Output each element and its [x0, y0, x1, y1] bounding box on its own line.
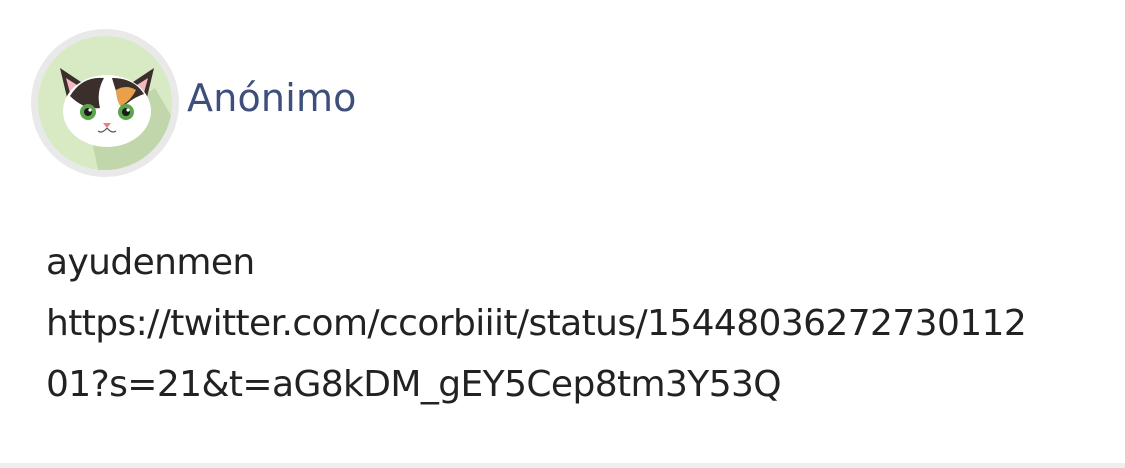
post-card: Anónimo ayudenmen https://twitter.com/cc…	[0, 0, 1125, 464]
divider	[0, 463, 1125, 468]
post-body: ayudenmen https://twitter.com/ccorbiiit/…	[46, 232, 1096, 415]
avatar[interactable]	[30, 28, 180, 178]
post-link-line-1[interactable]: https://twitter.com/ccorbiiit/status/154…	[46, 293, 1096, 354]
post-text: ayudenmen	[46, 242, 255, 283]
author-name[interactable]: Anónimo	[187, 74, 357, 122]
calico-cat-face-icon	[31, 29, 179, 177]
post-link-line-2[interactable]: 01?s=21&t=aG8kDM_gEY5Cep8tm3Y53Q	[46, 354, 1096, 415]
